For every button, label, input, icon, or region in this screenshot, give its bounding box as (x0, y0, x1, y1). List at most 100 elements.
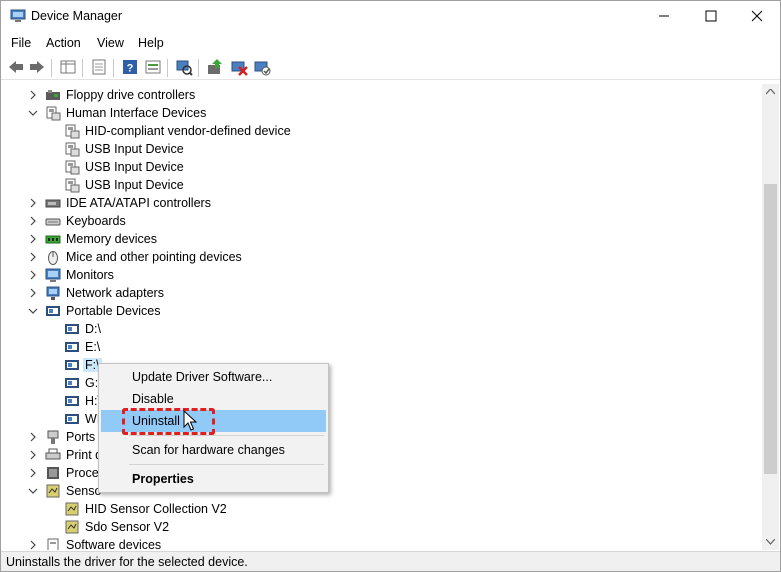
mouse-icon (48, 251, 58, 265)
print-icon (45, 448, 61, 460)
tree-item-label: D:\ (85, 322, 101, 336)
menu-item-disable[interactable]: Disable (101, 388, 326, 410)
processor-icon (47, 467, 59, 479)
tree-item-label: USB Input Device (85, 178, 184, 192)
menu-separator (129, 435, 324, 436)
toolbar-separator (198, 59, 199, 77)
tree-row[interactable]: IDE ATA/ATAPI controllers (1, 194, 762, 212)
software-icon (47, 538, 59, 550)
tree-row[interactable]: USB Input Device (1, 176, 762, 194)
vertical-scrollbar[interactable] (762, 84, 779, 550)
chevron-down-icon[interactable] (28, 306, 38, 316)
tree-row[interactable]: Floppy drive controllers (1, 86, 762, 104)
chevron-right-icon[interactable] (28, 432, 38, 442)
menu-item-scan-hardware[interactable]: Scan for hardware changes (101, 439, 326, 461)
chevron-right-icon[interactable] (28, 234, 38, 244)
tree-row[interactable]: Human Interface Devices (1, 104, 762, 122)
menu-item-properties[interactable]: Properties (101, 468, 326, 490)
tree-row[interactable]: HID Sensor Collection V2 (1, 500, 762, 518)
keyboard-icon (45, 218, 61, 226)
monitor-icon (45, 268, 61, 282)
ide-icon (45, 199, 61, 208)
chevron-right-icon[interactable] (28, 216, 38, 226)
show-hide-console-tree-icon[interactable] (59, 58, 77, 76)
menu-bar: File Action View Help (1, 32, 780, 54)
tree-row[interactable]: HID-compliant vendor-defined device (1, 122, 762, 140)
toolbar-separator (82, 59, 83, 77)
update-driver-icon[interactable] (206, 58, 224, 76)
tree-item-label: Portable Devices (66, 304, 161, 318)
menu-file[interactable]: File (11, 36, 31, 50)
toolbar-separator (51, 59, 52, 77)
enable-device-icon[interactable] (253, 58, 271, 76)
tree-item-label: Print q (66, 448, 103, 462)
tree-row[interactable]: Monitors (1, 266, 762, 284)
minimize-button[interactable] (641, 1, 687, 31)
portable-device-icon (65, 396, 79, 406)
tree-row[interactable]: USB Input Device (1, 158, 762, 176)
minimize-icon (659, 15, 669, 17)
chevron-right-icon[interactable] (28, 288, 38, 298)
maximize-button[interactable] (688, 1, 734, 31)
tree-row[interactable]: Mice and other pointing devices (1, 248, 762, 266)
portable-device-icon (65, 360, 79, 370)
menu-separator (129, 464, 324, 465)
tree-item-label: HID Sensor Collection V2 (85, 502, 227, 516)
menu-action[interactable]: Action (46, 36, 81, 50)
tree-row[interactable]: Software devices (1, 536, 762, 550)
chevron-right-icon[interactable] (28, 90, 38, 100)
tree-row[interactable]: E:\ (1, 338, 762, 356)
sensor-device-icon (65, 502, 79, 516)
sensor-icon (46, 484, 60, 498)
chevron-down-icon[interactable] (28, 486, 38, 496)
uninstall-device-icon[interactable] (230, 58, 248, 76)
chevron-right-icon[interactable] (28, 198, 38, 208)
tree-item-label: HID-compliant vendor-defined device (85, 124, 291, 138)
tree-row[interactable]: Network adapters (1, 284, 762, 302)
tree-row[interactable]: Memory devices (1, 230, 762, 248)
scroll-down-icon[interactable] (766, 539, 775, 545)
tree-row[interactable]: Keyboards (1, 212, 762, 230)
port-icon (47, 430, 59, 444)
tree-item-label: Memory devices (66, 232, 157, 246)
chevron-right-icon[interactable] (28, 252, 38, 262)
status-bar: Uninstalls the driver for the selected d… (1, 551, 780, 571)
tree-row[interactable]: Portable Devices (1, 302, 762, 320)
tree-item-label: E:\ (85, 340, 101, 354)
chevron-right-icon[interactable] (28, 468, 38, 478)
chevron-right-icon[interactable] (28, 270, 38, 280)
hid-device-icon (65, 124, 80, 139)
tree-item-label: Floppy drive controllers (66, 88, 196, 102)
tree-item-label: Keyboards (66, 214, 126, 228)
back-arrow-icon[interactable] (7, 58, 25, 76)
tree-row[interactable]: Sdo Sensor V2 (1, 518, 762, 536)
tree-row[interactable]: USB Input Device (1, 140, 762, 158)
title-bar: Device Manager (1, 1, 780, 31)
sensor-device-icon (65, 520, 79, 534)
scan-hardware-icon[interactable] (175, 58, 193, 76)
chevron-right-icon[interactable] (28, 540, 38, 550)
memory-icon (45, 235, 61, 244)
hid-device-icon (65, 160, 80, 175)
hid-device-icon (65, 178, 80, 193)
chevron-right-icon[interactable] (28, 450, 38, 460)
menu-view[interactable]: View (97, 36, 124, 50)
menu-item-update-driver[interactable]: Update Driver Software... (101, 366, 326, 388)
menu-help[interactable]: Help (138, 36, 164, 50)
scroll-up-icon[interactable] (766, 89, 775, 95)
scrollbar-thumb[interactable] (764, 184, 777, 474)
help-icon[interactable]: ? (121, 58, 139, 76)
tree-row[interactable]: D:\ (1, 320, 762, 338)
tree-item-label: Mice and other pointing devices (66, 250, 242, 264)
close-button[interactable] (734, 1, 780, 31)
forward-arrow-icon[interactable] (28, 58, 46, 76)
tree-item-label: IDE ATA/ATAPI controllers (66, 196, 211, 210)
window-title: Device Manager (31, 9, 123, 23)
properties-icon[interactable] (90, 58, 108, 76)
portable-device-icon (65, 324, 79, 334)
view-list-icon[interactable] (144, 58, 162, 76)
tree-item-label: Software devices (66, 538, 162, 550)
tree-item-label: Human Interface Devices (66, 106, 207, 120)
close-icon (751, 10, 763, 22)
chevron-down-icon[interactable] (28, 108, 38, 118)
